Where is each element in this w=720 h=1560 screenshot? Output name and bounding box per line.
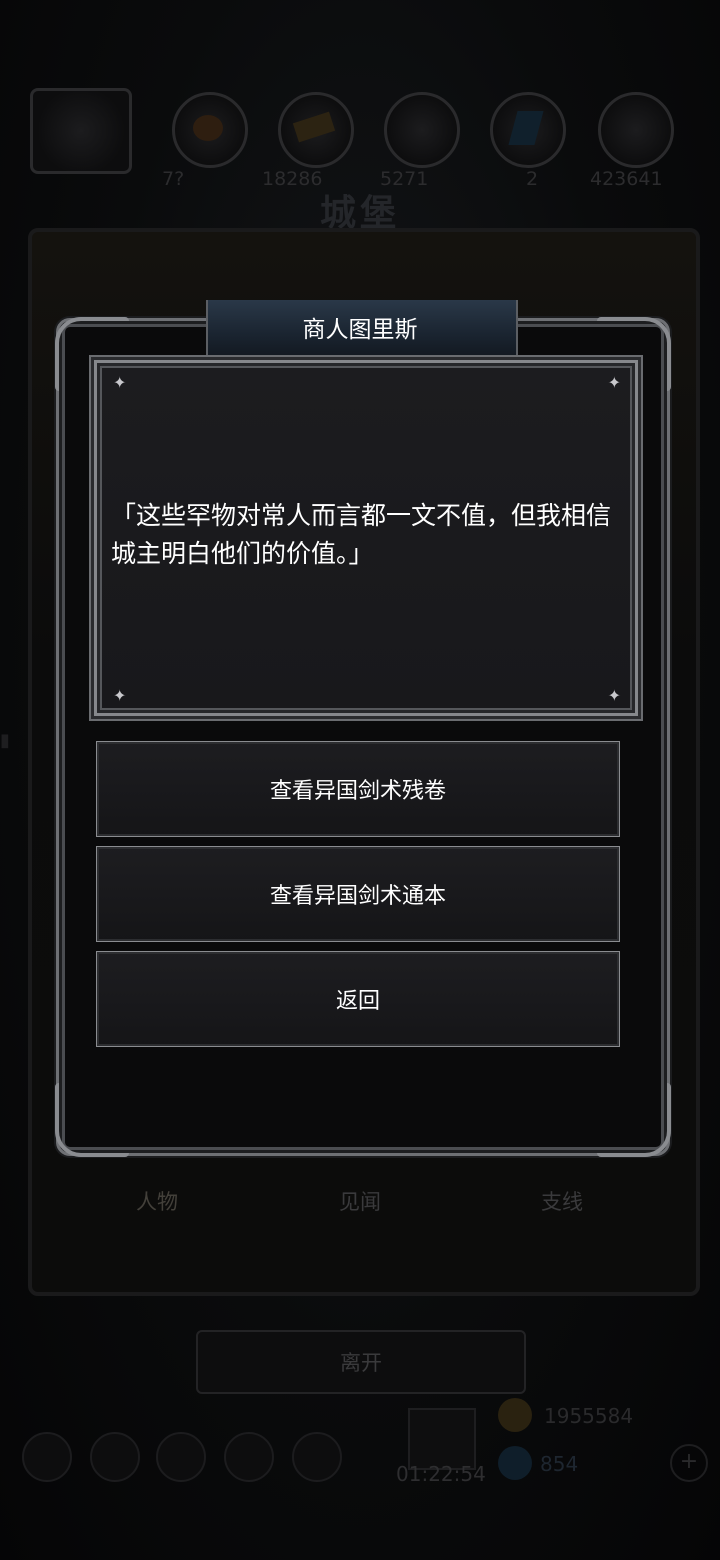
speech-box: ✦ ✦ ✦ ✦ 「这些罕物对常人而言都一文不值，但我相信城主明白他们的价值。」 [94,360,638,716]
gem-icon [498,1446,532,1480]
speech-text: 「这些罕物对常人而言都一文不值，但我相信城主明白他们的价值。」 [111,501,612,568]
sparkle-icon: ✦ [113,373,127,392]
resource-icon-4 [490,92,566,168]
tab-news[interactable]: 见闻 [290,1186,430,1216]
add-currency-icon[interactable]: + [670,1444,708,1482]
tab-side-quests[interactable]: 支线 [492,1186,632,1216]
menu-icon[interactable] [90,1432,140,1482]
back-button[interactable]: 返回 [96,951,620,1047]
sparkle-icon: ✦ [113,686,127,705]
player-avatar [30,88,132,174]
resource-icon-3 [384,92,460,168]
gift-timer: 01:22:54 [396,1462,486,1486]
tab-characters[interactable]: 人物 [87,1186,227,1216]
resource-icon-2 [278,92,354,168]
resource-icon-1 [172,92,248,168]
gift-box-icon[interactable] [408,1408,476,1470]
merchant-dialog: 商人图里斯 ✦ ✦ ✦ ✦ 「这些罕物对常人而言都一文不值，但我相信城主明白他们… [55,300,671,1157]
gem-amount: 854 [540,1452,579,1476]
sparkle-icon: ✦ [607,686,621,705]
menu-icon[interactable] [224,1432,274,1482]
castle-tabs: 人物 见闻 支线 [60,1186,660,1230]
dialog-title: 商人图里斯 [302,317,418,343]
resource-icon-5 [598,92,674,168]
gold-amount: 1955584 [544,1404,634,1428]
sparkle-icon: ✦ [607,373,621,392]
view-sword-manual-button[interactable]: 查看异国剑术通本 [96,846,620,942]
gold-coin-icon [498,1398,532,1432]
menu-icon[interactable] [292,1432,342,1482]
menu-icon[interactable] [22,1432,72,1482]
frame-corner-ornament [55,1083,129,1157]
side-marker: ▮ [0,730,10,751]
frame-corner-ornament [597,1083,671,1157]
leave-button[interactable]: 离开 [196,1330,526,1394]
menu-icon[interactable] [156,1432,206,1482]
view-sword-fragment-button[interactable]: 查看异国剑术残卷 [96,741,620,837]
